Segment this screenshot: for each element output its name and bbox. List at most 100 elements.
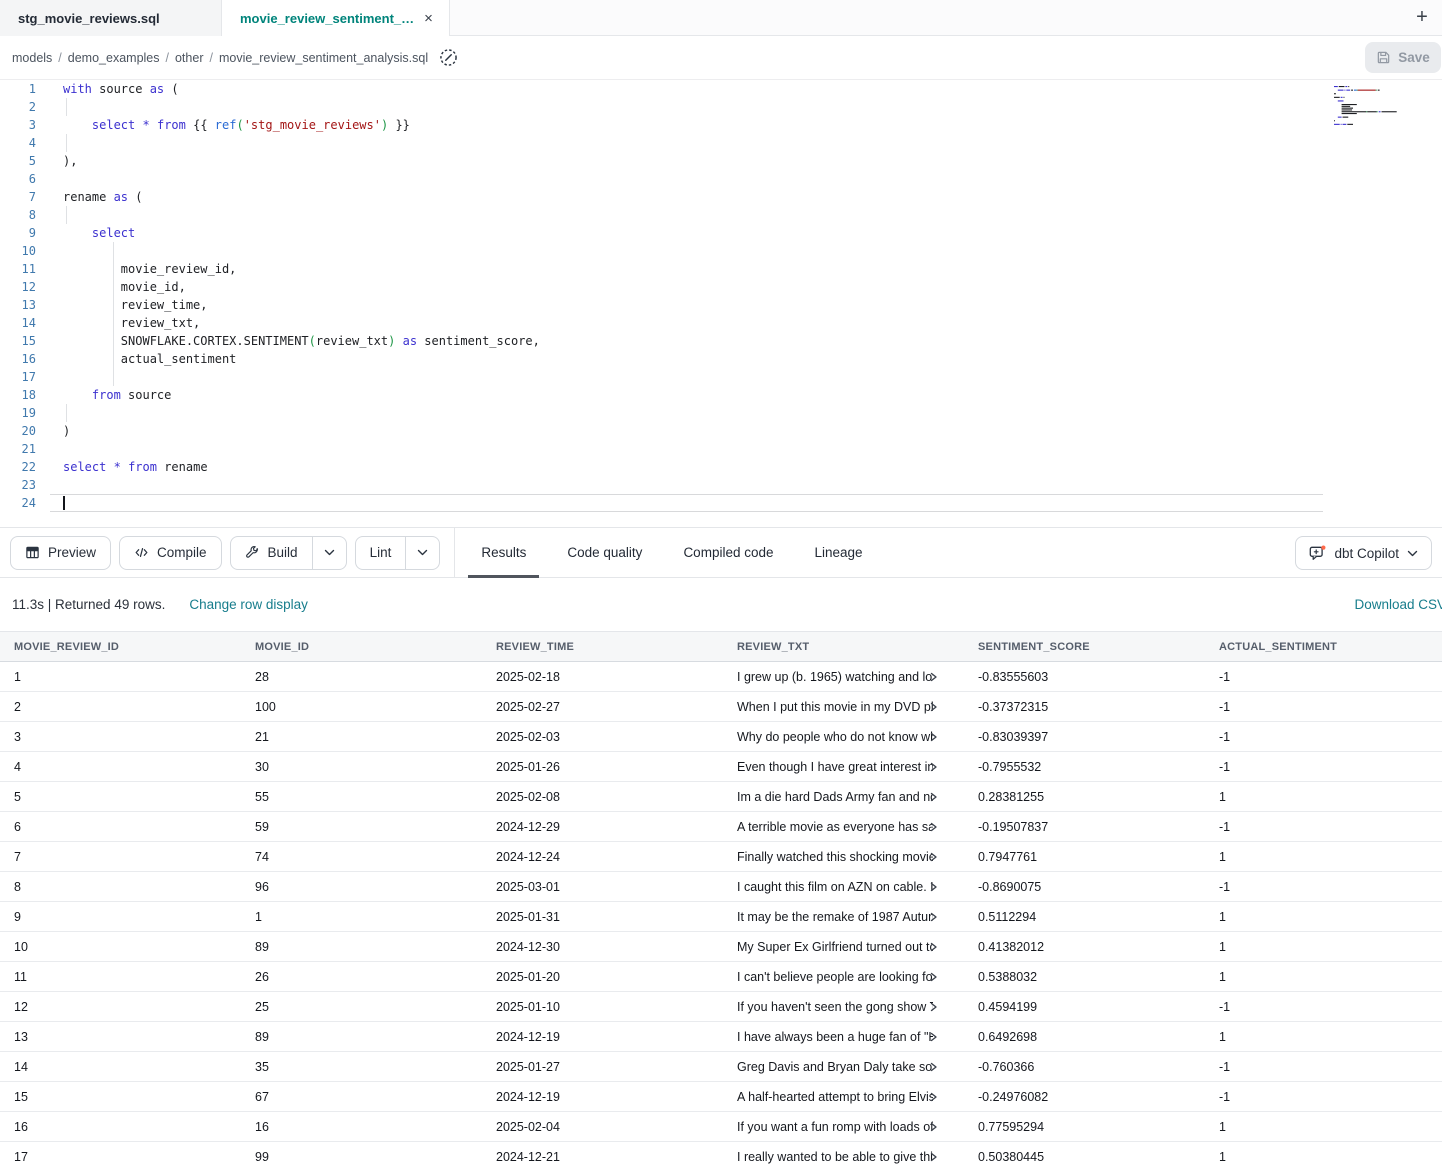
cell-actual_sentiment: 1 [1205,902,1442,932]
chevron-down-icon [1407,550,1418,557]
cell-actual_sentiment: -1 [1205,692,1442,722]
expand-cell-icon[interactable] [929,821,938,832]
lint-dropdown-chevron[interactable] [405,537,439,569]
code-line-1[interactable]: 1with source as ( [0,80,1442,98]
close-tab-icon[interactable]: × [424,11,433,26]
tab-results[interactable]: Results [468,527,539,578]
code-line-2[interactable]: 2 [0,98,1442,116]
cell-review_txt: Im a die hard Dads Army fan and nothi… [723,782,964,812]
cell-movie_review_id: 6 [0,812,241,842]
code-line-14[interactable]: 14 review_txt, [0,314,1442,332]
cell-sentiment_score: 0.41382012 [964,932,1205,962]
expand-cell-icon[interactable] [929,701,938,712]
expand-cell-icon[interactable] [929,911,938,922]
expand-cell-icon[interactable] [929,671,938,682]
breadcrumb-segment-file: movie_review_sentiment_analysis.sql [219,51,428,65]
docs-generate-icon[interactable] [438,47,459,68]
dbt-copilot-button[interactable]: dbt Copilot [1295,536,1432,570]
preview-label: Preview [48,545,96,560]
code-line-24[interactable]: 24 [0,494,1442,512]
tab-code-quality[interactable]: Code quality [554,527,655,578]
review-text: A half-hearted attempt to bring Elvis P… [737,1090,933,1104]
expand-cell-icon[interactable] [929,1061,938,1072]
expand-cell-icon[interactable] [929,1031,938,1042]
expand-cell-icon[interactable] [929,941,938,952]
download-csv-link[interactable]: Download CSV [1354,597,1442,612]
active-line-highlight [50,494,1323,512]
expand-cell-icon[interactable] [929,791,938,802]
indent-guide [113,296,114,314]
expand-cell-icon[interactable] [929,1151,938,1162]
tab-compiled-code[interactable]: Compiled code [670,527,786,578]
code-line-10[interactable]: 10 [0,242,1442,260]
build-dropdown-chevron[interactable] [312,537,346,569]
code-line-3[interactable]: 3 select * from {{ ref('stg_movie_review… [0,116,1442,134]
results-table-container: MOVIE_REVIEW_IDMOVIE_IDREVIEW_TIMEREVIEW… [0,631,1442,1166]
code-line-8[interactable]: 8 [0,206,1442,224]
compile-button[interactable]: Compile [119,536,222,570]
file-tab-stg-movie-reviews[interactable]: stg_movie_reviews.sql [0,0,222,36]
cell-actual_sentiment: 1 [1205,1142,1442,1166]
new-tab-button[interactable]: + [1402,0,1442,35]
code-line-12[interactable]: 12 movie_id, [0,278,1442,296]
code-line-20[interactable]: 20) [0,422,1442,440]
build-button[interactable]: Build [230,536,347,570]
code-line-4[interactable]: 4 [0,134,1442,152]
code-line-5[interactable]: 5), [0,152,1442,170]
code-line-23[interactable]: 23 [0,476,1442,494]
code-line-9[interactable]: 9 select [0,224,1442,242]
line-number: 1 [0,80,36,98]
breadcrumb-bar: models / demo_examples / other / movie_r… [0,36,1442,80]
lint-button[interactable]: Lint [355,536,441,570]
preview-button[interactable]: Preview [10,536,111,570]
cell-movie_id: 99 [241,1142,482,1166]
cell-movie_id: 89 [241,1022,482,1052]
code-brackets-icon [134,545,149,560]
editor-minimap[interactable] [1330,85,1434,145]
sql-code-editor[interactable]: 1with source as (23 select * from {{ ref… [0,80,1442,527]
code-line-7[interactable]: 7rename as ( [0,188,1442,206]
table-row: 1282025-02-18I grew up (b. 1965) watchin… [0,662,1442,692]
cell-movie_review_id: 16 [0,1112,241,1142]
line-number: 15 [0,332,36,350]
cell-actual_sentiment: -1 [1205,812,1442,842]
cell-actual_sentiment: -1 [1205,722,1442,752]
file-tab-movie-review-sentiment[interactable]: movie_review_sentiment_… × [222,0,450,37]
change-row-display-link[interactable]: Change row display [189,597,308,612]
cell-review_txt: It may be the remake of 1987 Autumn'… [723,902,964,932]
cell-sentiment_score: 0.50380445 [964,1142,1205,1166]
expand-cell-icon[interactable] [929,1121,938,1132]
save-button[interactable]: Save [1365,42,1441,73]
expand-cell-icon[interactable] [929,1001,938,1012]
expand-cell-icon[interactable] [929,731,938,742]
code-line-11[interactable]: 11 movie_review_id, [0,260,1442,278]
code-line-22[interactable]: 22select * from rename [0,458,1442,476]
table-row: 3212025-02-03Why do people who do not kn… [0,722,1442,752]
cell-review_txt: Finally watched this shocking movie la… [723,842,964,872]
expand-cell-icon[interactable] [929,761,938,772]
cell-sentiment_score: 0.5112294 [964,902,1205,932]
cell-review_time: 2025-01-26 [482,752,723,782]
breadcrumb-segment-demo-examples: demo_examples [68,51,160,65]
code-line-17[interactable]: 17 [0,368,1442,386]
code-line-13[interactable]: 13 review_time, [0,296,1442,314]
code-line-18[interactable]: 18 from source [0,386,1442,404]
expand-cell-icon[interactable] [929,1091,938,1102]
line-number: 5 [0,152,36,170]
expand-cell-icon[interactable] [929,881,938,892]
cell-movie_review_id: 13 [0,1022,241,1052]
cell-review_time: 2025-02-08 [482,782,723,812]
code-line-text: actual_sentiment [63,350,236,368]
code-line-6[interactable]: 6 [0,170,1442,188]
code-line-19[interactable]: 19 [0,404,1442,422]
code-line-15[interactable]: 15 SNOWFLAKE.CORTEX.SENTIMENT(review_txt… [0,332,1442,350]
code-line-text: review_time, [63,296,208,314]
expand-cell-icon[interactable] [929,971,938,982]
tab-lineage[interactable]: Lineage [802,527,876,578]
table-row: 12252025-01-10If you haven't seen the go… [0,992,1442,1022]
cell-review_txt: A terrible movie as everyone has said. … [723,812,964,842]
expand-cell-icon[interactable] [929,851,938,862]
code-line-16[interactable]: 16 actual_sentiment [0,350,1442,368]
code-line-21[interactable]: 21 [0,440,1442,458]
cell-sentiment_score: -0.8690075 [964,872,1205,902]
